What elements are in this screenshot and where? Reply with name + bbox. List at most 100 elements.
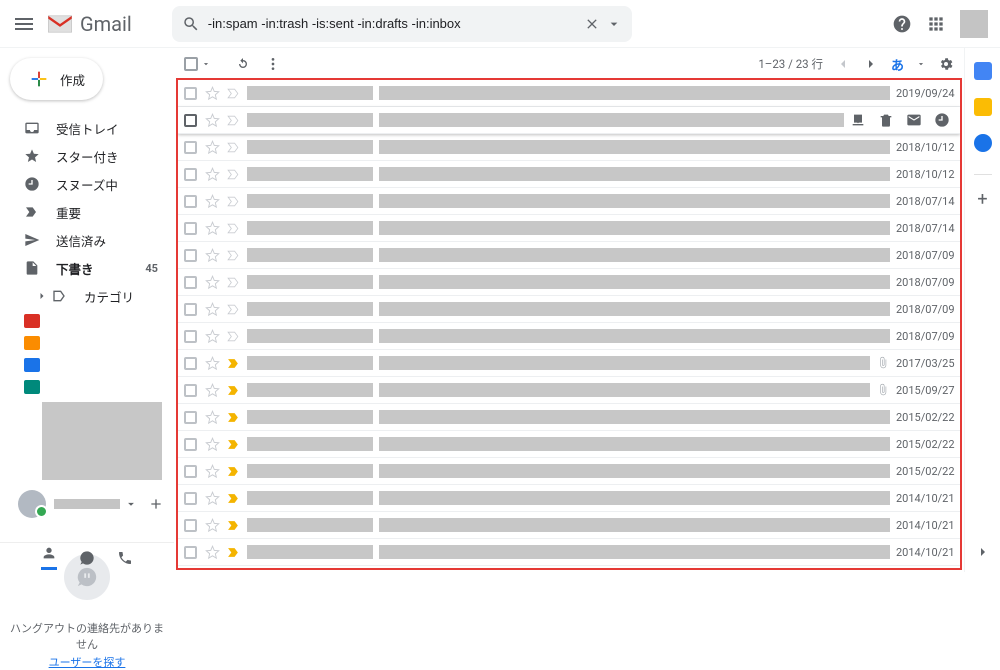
- select-dropdown-icon[interactable]: [201, 59, 211, 69]
- rail-app-2[interactable]: [974, 134, 992, 152]
- star-icon[interactable]: [205, 140, 220, 155]
- mail-row[interactable]: 2018/07/14: [178, 188, 960, 215]
- star-icon[interactable]: [205, 248, 220, 263]
- mail-row[interactable]: 2015/02/22: [178, 404, 960, 431]
- mail-row[interactable]: 2018/07/09: [178, 323, 960, 350]
- mail-row[interactable]: 2018/07/09: [178, 242, 960, 269]
- hangouts-tab-icon[interactable]: [79, 550, 95, 566]
- importance-icon[interactable]: [226, 87, 241, 100]
- mail-row[interactable]: 2018/10/12: [178, 134, 960, 161]
- hangouts-find-users-link[interactable]: ユーザーを探す: [10, 654, 164, 670]
- importance-icon[interactable]: [226, 249, 241, 262]
- row-checkbox[interactable]: [184, 357, 197, 370]
- hangouts-avatar[interactable]: [18, 490, 46, 518]
- mail-row[interactable]: 2018/07/09: [178, 296, 960, 323]
- importance-icon[interactable]: [226, 168, 241, 181]
- help-icon[interactable]: [892, 14, 912, 34]
- importance-icon[interactable]: [226, 519, 241, 532]
- sidebar-item-inbox[interactable]: 受信トレイ: [0, 114, 174, 142]
- row-checkbox[interactable]: [184, 438, 197, 451]
- snooze-icon[interactable]: [934, 112, 950, 128]
- star-icon[interactable]: [205, 86, 220, 101]
- star-icon[interactable]: [205, 545, 220, 560]
- gmail-logo[interactable]: Gmail: [46, 12, 132, 36]
- rail-app-1[interactable]: [974, 98, 992, 116]
- star-icon[interactable]: [205, 356, 220, 371]
- mail-row[interactable]: 2014/10/21: [178, 485, 960, 512]
- row-checkbox[interactable]: [184, 87, 197, 100]
- rail-collapse-icon[interactable]: [975, 544, 991, 560]
- mail-row[interactable]: 2018/07/09: [178, 269, 960, 296]
- row-checkbox[interactable]: [184, 168, 197, 181]
- sidebar-item-draft[interactable]: 下書き45: [0, 254, 174, 282]
- row-checkbox[interactable]: [184, 384, 197, 397]
- importance-icon[interactable]: [226, 276, 241, 289]
- star-icon[interactable]: [205, 167, 220, 182]
- row-checkbox[interactable]: [184, 411, 197, 424]
- star-icon[interactable]: [205, 491, 220, 506]
- star-icon[interactable]: [205, 383, 220, 398]
- importance-icon[interactable]: [226, 330, 241, 343]
- star-icon[interactable]: [205, 302, 220, 317]
- refresh-icon[interactable]: [235, 56, 251, 72]
- compose-button[interactable]: 作成: [10, 58, 103, 100]
- row-checkbox[interactable]: [184, 465, 197, 478]
- importance-icon[interactable]: [226, 411, 241, 424]
- sidebar-item-clock[interactable]: スヌーズ中: [0, 170, 174, 198]
- rail-add-icon[interactable]: +: [977, 195, 987, 204]
- row-checkbox[interactable]: [184, 114, 197, 127]
- row-checkbox[interactable]: [184, 330, 197, 343]
- label-color-dot[interactable]: [24, 314, 40, 328]
- importance-icon[interactable]: [226, 114, 241, 127]
- ime-dropdown-icon[interactable]: [916, 59, 926, 69]
- importance-icon[interactable]: [226, 492, 241, 505]
- sidebar-item-star[interactable]: スター付き: [0, 142, 174, 170]
- star-icon[interactable]: [205, 410, 220, 425]
- sidebar-item-caret[interactable]: カテゴリ: [0, 282, 174, 310]
- clear-icon[interactable]: [584, 16, 600, 32]
- row-checkbox[interactable]: [184, 519, 197, 532]
- label-color-dot[interactable]: [24, 336, 40, 350]
- mail-row[interactable]: 2018/07/14: [178, 215, 960, 242]
- phone-tab-icon[interactable]: [117, 550, 133, 566]
- search-icon[interactable]: [182, 15, 200, 33]
- star-icon[interactable]: [205, 329, 220, 344]
- mail-row[interactable]: 2014/10/21: [178, 539, 960, 566]
- rail-app-0[interactable]: [974, 62, 992, 80]
- mail-row[interactable]: 2018/10/12: [178, 161, 960, 188]
- mail-row[interactable]: [178, 107, 960, 134]
- row-checkbox[interactable]: [184, 303, 197, 316]
- importance-icon[interactable]: [226, 195, 241, 208]
- mail-row[interactable]: 2015/02/22: [178, 458, 960, 485]
- importance-icon[interactable]: [226, 303, 241, 316]
- row-checkbox[interactable]: [184, 249, 197, 262]
- mail-row[interactable]: 2014/10/21: [178, 566, 960, 570]
- chevron-down-icon[interactable]: [124, 497, 138, 511]
- star-icon[interactable]: [205, 518, 220, 533]
- menu-icon[interactable]: [12, 12, 36, 36]
- star-icon[interactable]: [205, 113, 220, 128]
- select-all-checkbox[interactable]: [184, 57, 198, 71]
- row-checkbox[interactable]: [184, 141, 197, 154]
- contacts-tab[interactable]: [41, 545, 57, 570]
- next-icon[interactable]: [863, 56, 879, 72]
- star-icon[interactable]: [205, 275, 220, 290]
- star-icon[interactable]: [205, 194, 220, 209]
- mark-read-icon[interactable]: [906, 112, 922, 128]
- search-input[interactable]: [200, 16, 578, 31]
- star-icon[interactable]: [205, 464, 220, 479]
- sidebar-item-importance[interactable]: 重要: [0, 198, 174, 226]
- mail-row[interactable]: 2015/09/27: [178, 377, 960, 404]
- importance-icon[interactable]: [226, 357, 241, 370]
- label-color-dot[interactable]: [24, 358, 40, 372]
- mail-row[interactable]: 2015/02/22: [178, 431, 960, 458]
- search-dropdown-icon[interactable]: [606, 16, 622, 32]
- importance-icon[interactable]: [226, 438, 241, 451]
- mail-row[interactable]: 2019/09/24: [178, 80, 960, 107]
- hangouts-add-icon[interactable]: [148, 496, 164, 512]
- more-icon[interactable]: [265, 56, 281, 72]
- apps-icon[interactable]: [926, 14, 946, 34]
- ime-indicator[interactable]: あ: [891, 55, 904, 74]
- mail-row[interactable]: 2014/10/21: [178, 512, 960, 539]
- importance-icon[interactable]: [226, 222, 241, 235]
